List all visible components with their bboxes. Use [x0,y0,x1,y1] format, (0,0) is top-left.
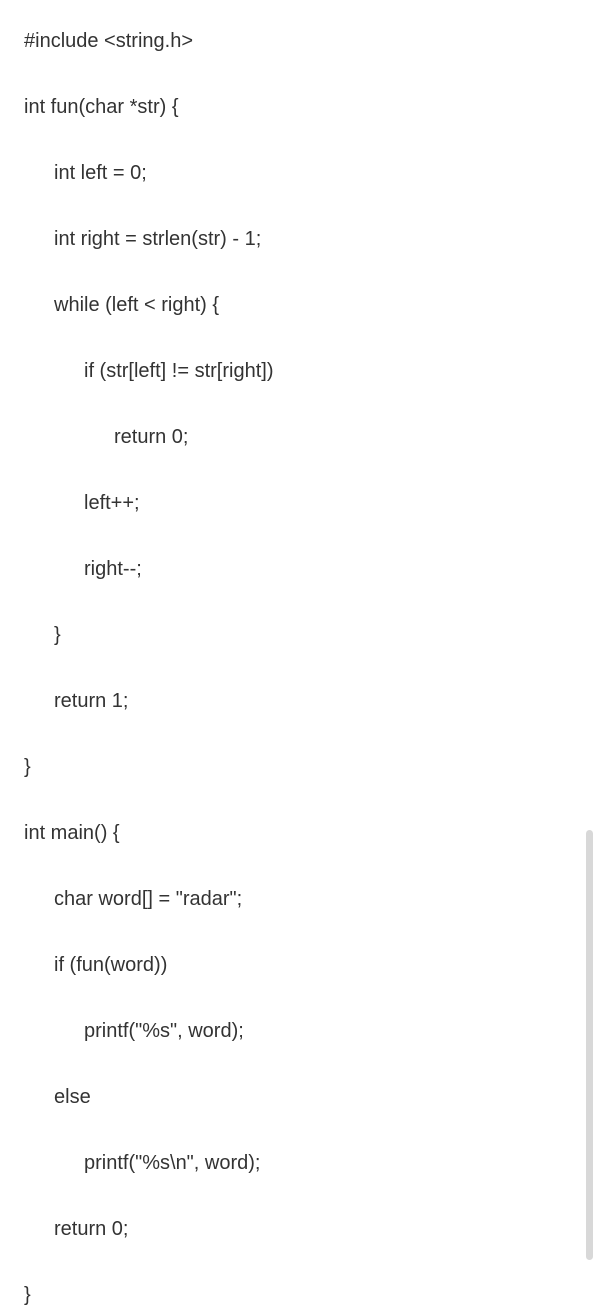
code-line: int main() { [24,820,573,846]
code-line: } [24,622,573,648]
code-line: #include <string.h> [24,28,573,54]
code-line: right--; [24,556,573,582]
code-line: char word[] = "radar"; [24,886,573,912]
scrollbar[interactable] [586,830,593,1260]
code-line: if (str[left] != str[right]) [24,358,573,384]
code-line: else [24,1084,573,1110]
code-line: } [24,754,573,780]
code-line: left++; [24,490,573,516]
code-line: return 0; [24,1216,573,1242]
code-line: int fun(char *str) { [24,94,573,120]
code-line: int right = strlen(str) - 1; [24,226,573,252]
code-line: return 0; [24,424,573,450]
code-line: while (left < right) { [24,292,573,318]
code-block: #include <string.h> int fun(char *str) {… [24,28,573,1308]
code-line: int left = 0; [24,160,573,186]
code-line: } [24,1282,573,1308]
code-line: printf("%s", word); [24,1018,573,1044]
code-line: return 1; [24,688,573,714]
code-line: if (fun(word)) [24,952,573,978]
code-line: printf("%s\n", word); [24,1150,573,1176]
